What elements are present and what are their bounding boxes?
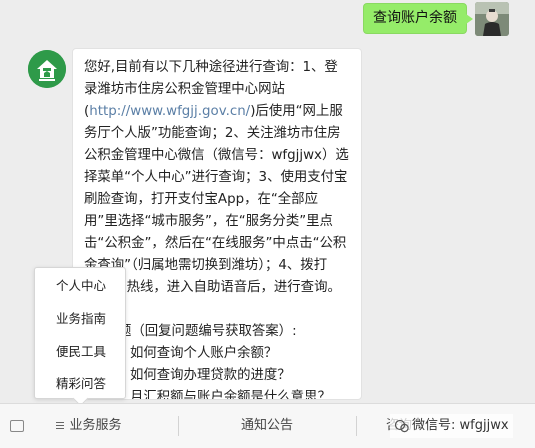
house-logo-icon (28, 50, 66, 88)
submenu-item-business-guide[interactable]: 业务指南 (35, 308, 127, 330)
menu-list-icon (56, 420, 65, 431)
menu-business-services[interactable]: 业务服务 (0, 404, 178, 448)
reply-body: 您好,目前有以下几种途径进行查询：1、登录潍坊市住房公积金管理中心网站(http… (84, 57, 351, 299)
official-account-avatar[interactable] (28, 50, 66, 88)
menu-notices-label: 通知公告 (240, 418, 293, 433)
submenu-item-convenience-tools[interactable]: 便民工具 (35, 341, 127, 363)
outgoing-message-bubble[interactable]: 查询账户余额 (363, 3, 473, 34)
wechat-icon (394, 419, 409, 432)
user-avatar[interactable] (475, 2, 509, 36)
watermark-text: 微信号: wfgjjwx (412, 418, 509, 433)
menu-notices[interactable]: 通知公告 (178, 404, 356, 448)
outgoing-message-text: 查询账户余额 (373, 10, 457, 26)
submenu-popup: 个人中心 业务指南 便民工具 精彩问答 (34, 267, 126, 399)
submenu-item-featured-qa[interactable]: 精彩问答 (35, 373, 127, 395)
menu-business-services-label: 业务服务 (69, 418, 122, 433)
website-link[interactable]: http://www.wfgjj.gov.cn/ (89, 104, 250, 119)
submenu-item-personal-center[interactable]: 个人中心 (35, 275, 127, 297)
wechat-watermark: 微信号: wfgjjwx (390, 414, 513, 438)
